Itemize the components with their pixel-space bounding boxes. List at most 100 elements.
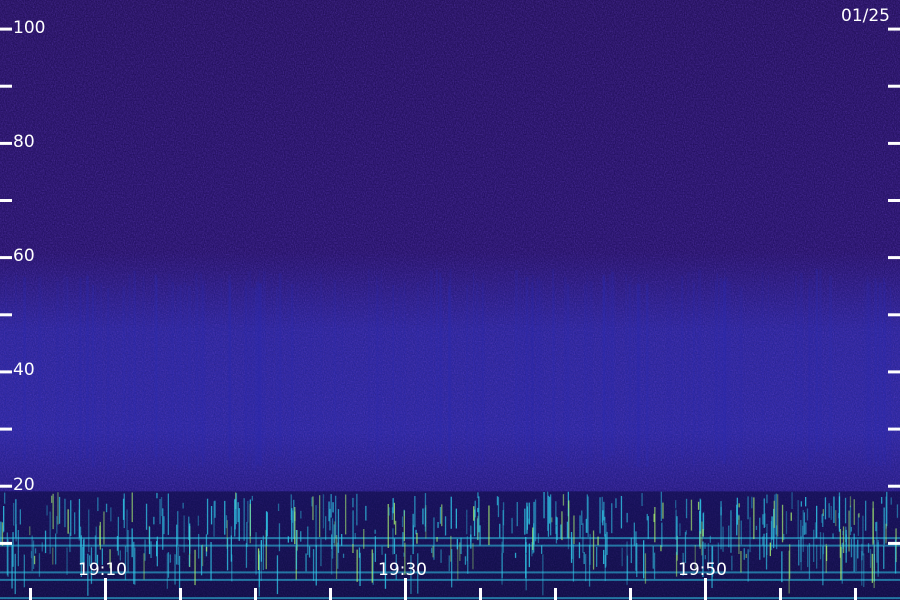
low-band-streak <box>49 511 51 554</box>
low-band-streak <box>824 497 827 520</box>
streak <box>728 281 731 465</box>
streak <box>448 286 451 470</box>
low-band-streak <box>644 553 647 584</box>
streak <box>377 285 379 468</box>
low-band-streak <box>740 520 742 545</box>
low-band-streak <box>720 501 722 516</box>
low-band-streak <box>67 509 69 534</box>
low-band-streak <box>197 515 199 526</box>
low-band-streak <box>234 498 236 530</box>
streak <box>142 276 145 459</box>
low-band-streak <box>287 536 289 543</box>
low-band-streak <box>685 530 687 535</box>
low-band-streak <box>226 538 229 571</box>
streak <box>614 280 616 463</box>
streak <box>66 277 69 461</box>
low-band-streak <box>572 544 575 582</box>
low-band-streak <box>320 539 322 567</box>
low-band-streak <box>194 549 196 586</box>
low-band-streak <box>41 542 43 552</box>
low-band-streak <box>555 516 557 525</box>
low-band-streak <box>401 516 404 527</box>
streak <box>195 273 198 457</box>
low-band-streak <box>150 541 152 558</box>
low-band-streak <box>502 502 505 526</box>
streak <box>768 275 769 458</box>
low-band-streak <box>319 495 321 537</box>
low-band-streak <box>798 539 800 566</box>
streak <box>522 287 525 471</box>
low-band-streak <box>403 552 405 557</box>
low-band-streak <box>305 553 307 572</box>
streak <box>719 277 723 461</box>
low-band-streak <box>730 510 732 553</box>
low-band-streak <box>277 503 280 511</box>
streak <box>692 271 695 455</box>
y-minor-tick-right <box>888 541 900 545</box>
streak <box>183 282 187 466</box>
low-band-streak <box>444 516 447 536</box>
low-band-streak <box>249 503 251 544</box>
low-band-streak <box>586 494 588 533</box>
low-band-streak <box>562 494 565 506</box>
low-band-streak <box>525 537 527 579</box>
low-band-streak <box>816 505 818 538</box>
y-minor-tick-right <box>888 199 900 202</box>
low-band-streak <box>455 508 457 529</box>
low-band-streak <box>764 513 766 527</box>
x-tick-label: 19:50 <box>678 560 727 580</box>
low-band-streak <box>766 494 768 504</box>
low-band-streak <box>848 510 850 552</box>
low-band-streak <box>243 498 245 541</box>
streak <box>625 274 627 457</box>
x-tick-label: 19:10 <box>78 560 127 580</box>
streak <box>466 284 468 468</box>
low-band-streak <box>675 500 677 509</box>
low-band-streak <box>432 545 434 558</box>
y-tick-label: 20 <box>13 474 35 495</box>
low-band-streak <box>853 499 855 525</box>
streak <box>398 287 401 471</box>
streak <box>540 281 543 465</box>
x-minor-tick <box>629 588 632 600</box>
low-band-streak <box>800 501 802 507</box>
low-band-streak <box>459 542 461 561</box>
low-band-streak <box>813 529 815 562</box>
low-band-streak <box>247 500 249 523</box>
low-band-streak <box>579 515 581 538</box>
low-band-streak <box>422 508 424 525</box>
low-band-streak <box>596 547 598 567</box>
low-band-streak <box>684 531 687 563</box>
low-band-streak <box>762 514 764 525</box>
streak <box>429 271 433 455</box>
low-band-streak <box>800 520 802 563</box>
low-band-streak <box>603 549 605 564</box>
low-band-streak <box>167 493 169 535</box>
low-band-streak <box>395 520 397 535</box>
low-band-streak <box>599 497 601 534</box>
low-band-streak <box>511 517 513 534</box>
low-band-streak <box>541 545 543 554</box>
low-band-streak <box>881 497 883 504</box>
low-band-streak <box>210 506 213 525</box>
streak <box>403 281 406 465</box>
low-band-streak <box>589 533 591 565</box>
streak <box>133 270 136 454</box>
low-band-streak <box>55 533 57 565</box>
low-band-streak <box>839 529 841 558</box>
low-band-streak <box>615 498 617 508</box>
low-band-streak <box>311 497 313 507</box>
y-minor-tick-left <box>0 313 12 317</box>
low-band-streak <box>828 503 830 518</box>
low-band-streak <box>653 513 655 522</box>
low-band-streak <box>97 497 99 511</box>
low-band-streak <box>807 545 809 568</box>
low-band-streak <box>200 545 203 576</box>
low-band-streak <box>235 493 238 525</box>
x-minor-tick <box>554 588 557 600</box>
low-band-streak <box>704 555 706 560</box>
x-minor-tick <box>329 588 332 600</box>
low-band-streak <box>534 499 537 542</box>
low-band-streak <box>844 497 847 524</box>
low-band-streak <box>134 547 136 585</box>
